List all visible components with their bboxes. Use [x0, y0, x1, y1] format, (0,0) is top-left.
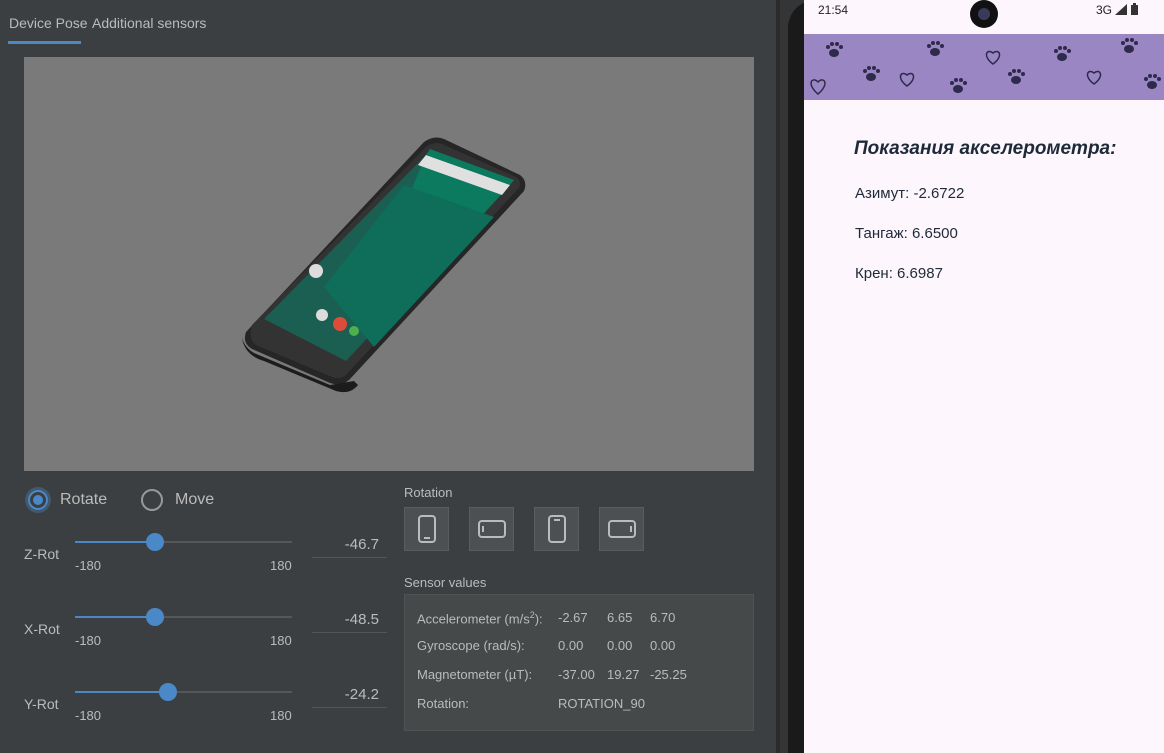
rotate-reverse-portrait-button[interactable] — [534, 507, 579, 551]
extended-controls-panel: Device Pose Additional sensors Rotate Mo… — [0, 0, 776, 753]
y-rot-value-field[interactable]: -24.2 — [312, 684, 387, 708]
x-rot-max: 180 — [270, 633, 292, 648]
magnetometer-y: 19.27 — [607, 667, 640, 682]
accelerometer-label: Accelerometer (m/s2): — [417, 610, 543, 627]
y-rot-slider[interactable] — [75, 683, 292, 701]
x-rot-thumb[interactable] — [146, 608, 165, 626]
battery-icon — [1131, 3, 1138, 15]
x-rot-value-field[interactable]: -48.5 — [312, 609, 387, 633]
paw-pattern-image — [804, 34, 1164, 100]
accelerometer-y: 6.65 — [607, 610, 633, 625]
signal-icon — [1115, 4, 1127, 15]
network-type: 3G — [1096, 3, 1113, 17]
z-rot-label: Z-Rot — [24, 546, 59, 562]
device-pose-viewport[interactable] — [24, 57, 754, 471]
accelerometer-z: 6.70 — [650, 610, 676, 625]
rotation-value: ROTATION_90 — [558, 696, 645, 711]
move-radio[interactable]: Move — [141, 487, 214, 513]
gyroscope-label: Gyroscope (rad/s): — [417, 638, 525, 653]
tab-device-pose[interactable]: Device Pose — [9, 15, 88, 31]
radio-indicator-checked — [28, 490, 48, 510]
z-rot-value-field[interactable]: -46.7 — [312, 534, 387, 558]
magnetometer-label: Magnetometer (µT): — [417, 667, 533, 682]
magnetometer-x: -37.00 — [558, 667, 595, 682]
azimuth-text: Азимут: -2.6722 — [855, 185, 965, 202]
z-rot-slider[interactable] — [75, 533, 292, 551]
x-rot-label: X-Rot — [24, 621, 60, 637]
rotate-portrait-button[interactable] — [404, 507, 449, 551]
gyroscope-z: 0.00 — [650, 638, 676, 653]
status-bar: 21:54 3G — [804, 0, 1164, 28]
rotation-section-title: Rotation — [404, 485, 453, 500]
accelerometer-readings-title: Показания акселерометра: — [854, 138, 1117, 159]
pitch-text: Тангаж: 6.6500 — [855, 225, 958, 242]
z-rot-fill — [75, 541, 156, 543]
z-rot-thumb[interactable] — [146, 533, 165, 551]
tab-bar: Device Pose Additional sensors — [0, 0, 776, 44]
rotate-label: Rotate — [60, 491, 108, 508]
x-rot-min: -180 — [75, 633, 102, 648]
tab-additional-sensors[interactable]: Additional sensors — [92, 15, 206, 31]
z-rot-max: 180 — [270, 558, 292, 573]
magnetometer-z: -25.25 — [650, 667, 687, 682]
x-rot-fill — [75, 616, 156, 618]
y-rot-min: -180 — [75, 708, 102, 723]
move-label: Move — [175, 491, 215, 508]
rotate-landscape-button[interactable] — [469, 507, 514, 551]
status-time: 21:54 — [818, 3, 849, 17]
active-tab-indicator — [8, 41, 81, 44]
z-rot-min: -180 — [75, 558, 102, 573]
y-rot-thumb[interactable] — [159, 683, 178, 701]
y-rot-max: 180 — [270, 708, 292, 723]
radio-indicator — [141, 489, 163, 511]
x-rot-slider[interactable] — [75, 608, 292, 626]
phone-3d-model — [242, 137, 526, 393]
rotation-label: Rotation: — [417, 696, 470, 711]
phone-screen[interactable]: 21:54 3G Показания акселерометра: Азимут… — [804, 0, 1164, 753]
accelerometer-x: -2.67 — [558, 610, 588, 625]
gyroscope-y: 0.00 — [607, 638, 633, 653]
rotate-radio[interactable]: Rotate — [28, 487, 107, 513]
gyroscope-x: 0.00 — [558, 638, 584, 653]
sensor-values-title: Sensor values — [404, 575, 487, 590]
portrait-icon — [417, 515, 436, 543]
y-rot-label: Y-Rot — [24, 696, 59, 712]
reverse-portrait-icon — [547, 515, 566, 543]
reverse-landscape-icon — [607, 520, 636, 538]
y-rot-fill — [75, 691, 169, 693]
rotate-reverse-landscape-button[interactable] — [599, 507, 644, 551]
landscape-icon — [477, 520, 506, 538]
roll-text: Крен: 6.6987 — [855, 265, 943, 282]
paw-print-banner — [804, 34, 1164, 100]
camera-cutout — [970, 0, 998, 28]
sensor-values-panel: Accelerometer (m/s2): -2.67 6.65 6.70 Gy… — [404, 594, 754, 731]
